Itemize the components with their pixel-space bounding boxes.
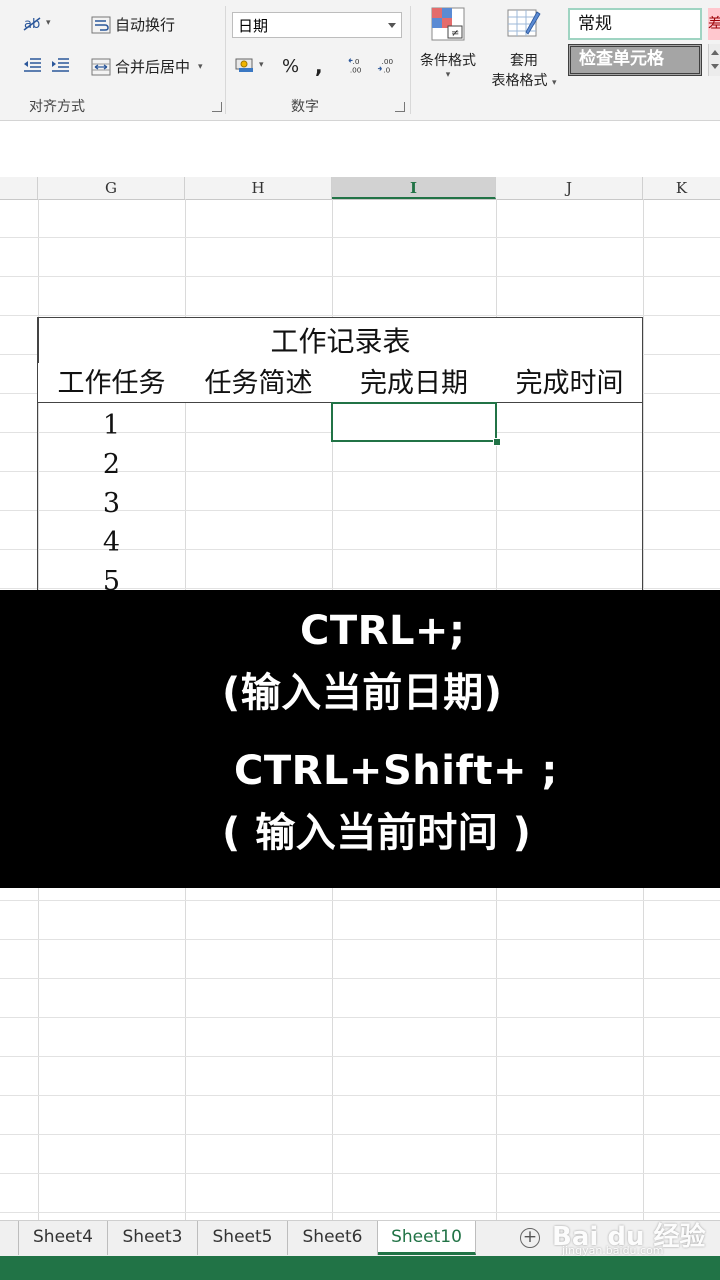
row-gridline <box>0 1095 720 1096</box>
decrease-decimal-button[interactable]: .00 .0 <box>377 56 401 74</box>
svg-text:≠: ≠ <box>451 28 459 39</box>
row-gridline <box>0 939 720 940</box>
orientation-button[interactable]: ab ▾ <box>22 14 51 32</box>
accounting-format-button[interactable]: ▾ <box>235 56 264 74</box>
column-headers: G H I J K <box>0 177 720 200</box>
column-header-left-edge <box>0 177 38 199</box>
chevron-down-icon <box>388 23 396 28</box>
scroll-up-icon <box>711 50 719 55</box>
table-title[interactable]: 工作记录表 <box>38 317 643 363</box>
conditional-format-icon: ≠ <box>431 7 465 41</box>
svg-text:.00: .00 <box>350 65 362 74</box>
increase-indent-button[interactable] <box>50 56 74 74</box>
table-header-description[interactable]: 任务简述 <box>185 363 332 403</box>
sheet-tab[interactable]: Sheet3 <box>108 1221 198 1255</box>
number-group-label: 数字 <box>291 99 319 115</box>
percent-style-button[interactable]: % <box>282 56 299 77</box>
caption-date-shortcut: CTRL+; <box>300 608 466 654</box>
group-divider <box>410 6 411 114</box>
table-row-number[interactable]: 4 <box>38 523 185 562</box>
increase-decimal-icon: .0 .00 <box>348 57 362 74</box>
chevron-down-icon: ▾ <box>259 60 264 70</box>
alignment-group-label: 对齐方式 <box>29 99 85 115</box>
chevron-down-icon: ▾ <box>46 18 51 28</box>
row-gridline <box>0 900 720 901</box>
table-header-completion-time[interactable]: 完成时间 <box>496 363 643 403</box>
column-header-k[interactable]: K <box>643 177 720 199</box>
chevron-down-icon: ▾ <box>198 61 203 72</box>
shortcut-caption-overlay: CTRL+; (输入当前日期) CTRL+Shift+ ; ( 输入当前时间 ) <box>0 590 720 888</box>
column-header-j[interactable]: J <box>496 177 643 199</box>
row-gridline <box>0 1173 720 1174</box>
row-gridline <box>0 1212 720 1213</box>
column-header-g[interactable]: G <box>38 177 185 199</box>
table-header-task[interactable]: 工作任务 <box>38 363 185 403</box>
sheet-tab[interactable]: Sheet6 <box>288 1221 378 1255</box>
format-as-table-label-2: 表格格式 <box>491 73 548 89</box>
conditional-format-label: 条件格式 <box>420 53 476 69</box>
row-gridline <box>0 1056 720 1057</box>
number-format-select[interactable]: 日期 <box>232 12 402 38</box>
percent-label: % <box>282 56 300 77</box>
style-check-cell[interactable]: 检查单元格 <box>568 44 702 76</box>
table-row-number[interactable]: 2 <box>38 445 185 484</box>
caption-time-shortcut: CTRL+Shift+ ; <box>234 748 558 794</box>
fill-handle[interactable] <box>493 438 501 446</box>
row-gridline <box>0 237 720 238</box>
number-dialog-launcher[interactable] <box>395 102 405 112</box>
table-row-number[interactable]: 1 <box>38 406 185 445</box>
chevron-down-icon: ▾ <box>445 70 451 80</box>
ribbon: ab ▾ 自动换行 合并后居中 ▾ 对齐方式 <box>0 0 720 121</box>
sheet-tab-active[interactable]: Sheet10 <box>378 1221 476 1255</box>
wrap-text-icon <box>91 16 111 33</box>
format-as-table-label-1: 套用 <box>510 53 538 69</box>
column-header-i[interactable]: I <box>332 177 496 199</box>
wrap-text-button[interactable]: 自动换行 <box>91 14 175 35</box>
sheet-tab[interactable]: Sheet5 <box>198 1221 288 1255</box>
table-header-completion-date[interactable]: 完成日期 <box>332 363 496 403</box>
format-as-table-icon <box>507 9 541 37</box>
row-gridline <box>0 1017 720 1018</box>
comma-label: , <box>315 54 323 78</box>
scroll-down-icon <box>711 64 719 69</box>
row-gridline <box>0 276 720 277</box>
decrease-decimal-icon: .00 .0 <box>377 57 393 74</box>
conditional-format-button[interactable]: ≠ 条件格式 ▾ <box>416 4 480 86</box>
status-bar <box>0 1256 720 1280</box>
increase-indent-icon <box>52 58 69 72</box>
styles-gallery-scroll[interactable] <box>708 44 720 76</box>
merge-center-label: 合并后居中 <box>115 58 191 76</box>
style-normal[interactable]: 常规 <box>568 8 702 40</box>
row-gridline <box>0 1134 720 1135</box>
accounting-format-icon <box>235 58 253 72</box>
chevron-down-icon: ▾ <box>551 78 557 88</box>
table-row-number[interactable]: 3 <box>38 484 185 523</box>
row-gridline <box>0 315 720 316</box>
formula-bar-area <box>0 121 720 178</box>
svg-text:.0: .0 <box>383 65 390 74</box>
row-gridline <box>0 978 720 979</box>
add-sheet-icon[interactable]: + <box>520 1228 540 1248</box>
merge-center-button[interactable]: 合并后居中 ▾ <box>91 56 203 77</box>
number-format-value: 日期 <box>238 17 269 35</box>
alignment-dialog-launcher[interactable] <box>212 102 222 112</box>
table-border-right <box>642 317 643 590</box>
column-header-h[interactable]: H <box>185 177 332 199</box>
format-as-table-button[interactable]: 套用 表格格式 ▾ <box>484 4 564 94</box>
decrease-indent-icon <box>24 58 41 72</box>
caption-date-description: (输入当前日期) <box>222 670 503 716</box>
text-orientation-icon: ab <box>23 17 41 32</box>
decrease-indent-button[interactable] <box>22 56 46 74</box>
selected-cell-i[interactable] <box>331 402 497 442</box>
comma-style-button[interactable]: , <box>315 54 323 78</box>
style-bad[interactable]: 差 <box>708 8 720 40</box>
format-as-table-label-row: 表格格式 ▾ <box>484 70 564 90</box>
caption-time-description: ( 输入当前时间 ) <box>222 810 532 856</box>
group-divider <box>225 6 226 114</box>
increase-decimal-button[interactable]: .0 .00 <box>348 56 372 74</box>
wrap-text-label: 自动换行 <box>115 16 176 34</box>
merge-center-icon <box>91 58 111 75</box>
sheet-tab[interactable]: Sheet4 <box>18 1221 108 1255</box>
